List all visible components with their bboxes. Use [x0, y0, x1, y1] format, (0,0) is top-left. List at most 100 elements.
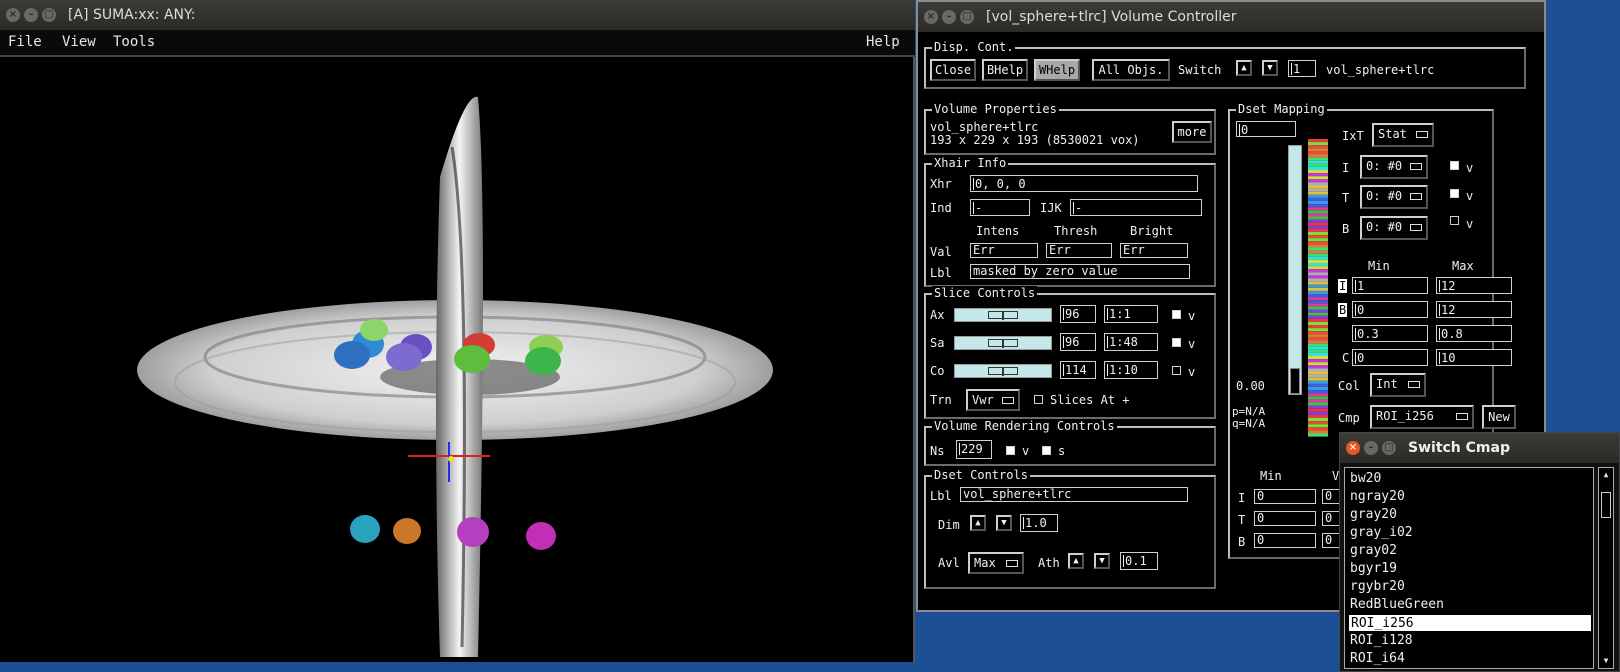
avl-label: Avl: [938, 556, 960, 570]
slices-at-checkbox[interactable]: [1034, 395, 1043, 404]
row2-tag[interactable]: B: [1338, 303, 1348, 317]
lbl-field[interactable]: masked by zero value: [970, 264, 1190, 279]
cmap-list-item[interactable]: gray_i02: [1348, 524, 1592, 542]
more-button[interactable]: more: [1172, 121, 1212, 143]
ax-index-field[interactable]: 96: [1060, 305, 1096, 323]
row1-min-field[interactable]: 1: [1352, 277, 1428, 294]
val-thresh-field[interactable]: Err: [1046, 243, 1112, 258]
dim-field[interactable]: 1.0: [1020, 514, 1058, 532]
close-button[interactable]: Close: [930, 59, 976, 81]
ns-field[interactable]: 229: [956, 440, 992, 459]
cmap-list-item[interactable]: bw20: [1348, 470, 1592, 488]
val-intens-field[interactable]: Err: [970, 243, 1038, 258]
row3-max-field[interactable]: 0.8: [1436, 325, 1512, 342]
ax-step-field[interactable]: 1:1: [1104, 305, 1158, 323]
vc-titlebar[interactable]: × – □ [vol_sphere+tlrc] Volume Controlle…: [918, 2, 1544, 32]
ind-field[interactable]: -: [970, 199, 1030, 216]
cmap-list-item[interactable]: RedBlueGreen: [1348, 596, 1592, 614]
cmap-list-item[interactable]: bgyr19: [1348, 560, 1592, 578]
switch-cmap-titlebar[interactable]: × – □ Switch Cmap: [1340, 433, 1619, 463]
cmap-scrollbar[interactable]: ▲ ▼: [1598, 467, 1614, 669]
bhelp-button[interactable]: BHelp: [982, 59, 1028, 81]
row3-min-field[interactable]: 0.3: [1352, 325, 1428, 342]
i-select[interactable]: 0: #0: [1360, 155, 1428, 179]
scroll-up-icon[interactable]: ▲: [1601, 470, 1611, 480]
minimize-icon[interactable]: –: [942, 10, 956, 24]
maximize-icon[interactable]: □: [1382, 441, 1396, 455]
xhr-field[interactable]: 0, 0, 0: [970, 175, 1198, 192]
cmap-list-item[interactable]: gray02: [1348, 542, 1592, 560]
vr-v-checkbox[interactable]: [1006, 446, 1015, 455]
maximize-icon[interactable]: □: [42, 8, 56, 22]
lower-t-min[interactable]: 0: [1254, 511, 1316, 526]
sa-slider[interactable]: [954, 336, 1052, 350]
maximize-icon[interactable]: □: [960, 10, 974, 24]
scroll-down-icon[interactable]: ▼: [1601, 656, 1611, 666]
b-select[interactable]: 0: #0: [1360, 216, 1428, 240]
switch-down-icon[interactable]: ▼: [1262, 60, 1278, 76]
cmap-list-item[interactable]: gray20: [1348, 506, 1592, 524]
cmap-list-item[interactable]: ROI_i256: [1348, 614, 1592, 632]
co-index-field[interactable]: 114: [1060, 361, 1096, 379]
dim-up-icon[interactable]: ▲: [970, 515, 986, 531]
whelp-button[interactable]: WHelp: [1034, 59, 1080, 81]
trn-select[interactable]: Vwr: [966, 389, 1020, 411]
ath-down-icon[interactable]: ▼: [1094, 553, 1110, 569]
cmap-list-item[interactable]: ROI_i128: [1348, 632, 1592, 650]
sa-step-field[interactable]: 1:48: [1104, 333, 1158, 351]
menu-view[interactable]: View: [62, 34, 96, 50]
ax-checkbox[interactable]: [1172, 310, 1181, 319]
avl-select[interactable]: Max: [968, 552, 1024, 574]
row1-max-field[interactable]: 12: [1436, 277, 1512, 294]
new-cmap-button[interactable]: New: [1482, 405, 1516, 429]
sa-checkbox[interactable]: [1172, 338, 1181, 347]
all-objs-button[interactable]: All Objs.: [1092, 59, 1170, 81]
b-checkbox[interactable]: [1450, 216, 1459, 225]
minimize-icon[interactable]: –: [1364, 441, 1378, 455]
t-select[interactable]: 0: #0: [1360, 185, 1428, 209]
close-icon[interactable]: ×: [1346, 441, 1360, 455]
cmp-select[interactable]: ROI_i256: [1370, 405, 1474, 429]
cmap-list-item[interactable]: ngray20: [1348, 488, 1592, 506]
vr-s-checkbox[interactable]: [1042, 446, 1051, 455]
lower-b-min[interactable]: 0: [1254, 533, 1316, 548]
ath-field[interactable]: 0.1: [1120, 552, 1158, 570]
ax-slider[interactable]: [954, 308, 1052, 322]
dim-down-icon[interactable]: ▼: [996, 515, 1012, 531]
i-checkbox[interactable]: [1450, 161, 1459, 170]
row2-max-field[interactable]: 12: [1436, 301, 1512, 318]
cmap-list[interactable]: bw20 ngray20 gray20 gray_i02 gray02 bgyr19 rgy…: [1344, 467, 1594, 669]
suma-titlebar[interactable]: × – □ [A] SUMA:xx: ANY:: [0, 0, 915, 30]
scroll-thumb[interactable]: [1601, 492, 1611, 518]
cmap-list-item[interactable]: rgybr20: [1348, 578, 1592, 596]
menu-tools[interactable]: Tools: [113, 34, 155, 50]
sa-index-field[interactable]: 96: [1060, 333, 1096, 351]
t-checkbox[interactable]: [1450, 189, 1459, 198]
threshold-slider[interactable]: [1288, 145, 1302, 395]
row4-min-field[interactable]: 0: [1352, 349, 1428, 366]
co-slider[interactable]: [954, 364, 1052, 378]
3d-viewer[interactable]: [0, 57, 915, 662]
lower-i-min[interactable]: 0: [1254, 489, 1316, 504]
co-checkbox[interactable]: [1172, 366, 1181, 375]
minimize-icon[interactable]: –: [24, 8, 38, 22]
close-icon[interactable]: ×: [924, 10, 938, 24]
row4-max-field[interactable]: 10: [1436, 349, 1512, 366]
ath-up-icon[interactable]: ▲: [1068, 553, 1084, 569]
menu-help[interactable]: Help: [866, 34, 900, 50]
cmap-list-item[interactable]: ROI_i64: [1348, 650, 1592, 668]
menu-file[interactable]: File: [8, 34, 42, 50]
dset-lbl-field[interactable]: vol_sphere+tlrc: [960, 487, 1188, 502]
switch-field[interactable]: 1: [1288, 60, 1316, 77]
row1-tag[interactable]: I: [1338, 279, 1348, 293]
mapping-top-field[interactable]: 0: [1236, 121, 1296, 137]
co-step-field[interactable]: 1:10: [1104, 361, 1158, 379]
row2-min-field[interactable]: 0: [1352, 301, 1428, 318]
max-header: Max: [1452, 259, 1474, 273]
col-select[interactable]: Int: [1370, 373, 1426, 397]
close-icon[interactable]: ×: [6, 8, 20, 22]
ixt-select[interactable]: Stat: [1372, 123, 1434, 147]
switch-up-icon[interactable]: ▲: [1236, 60, 1252, 76]
ijk-field[interactable]: -: [1070, 199, 1202, 216]
val-bright-field[interactable]: Err: [1120, 243, 1188, 258]
